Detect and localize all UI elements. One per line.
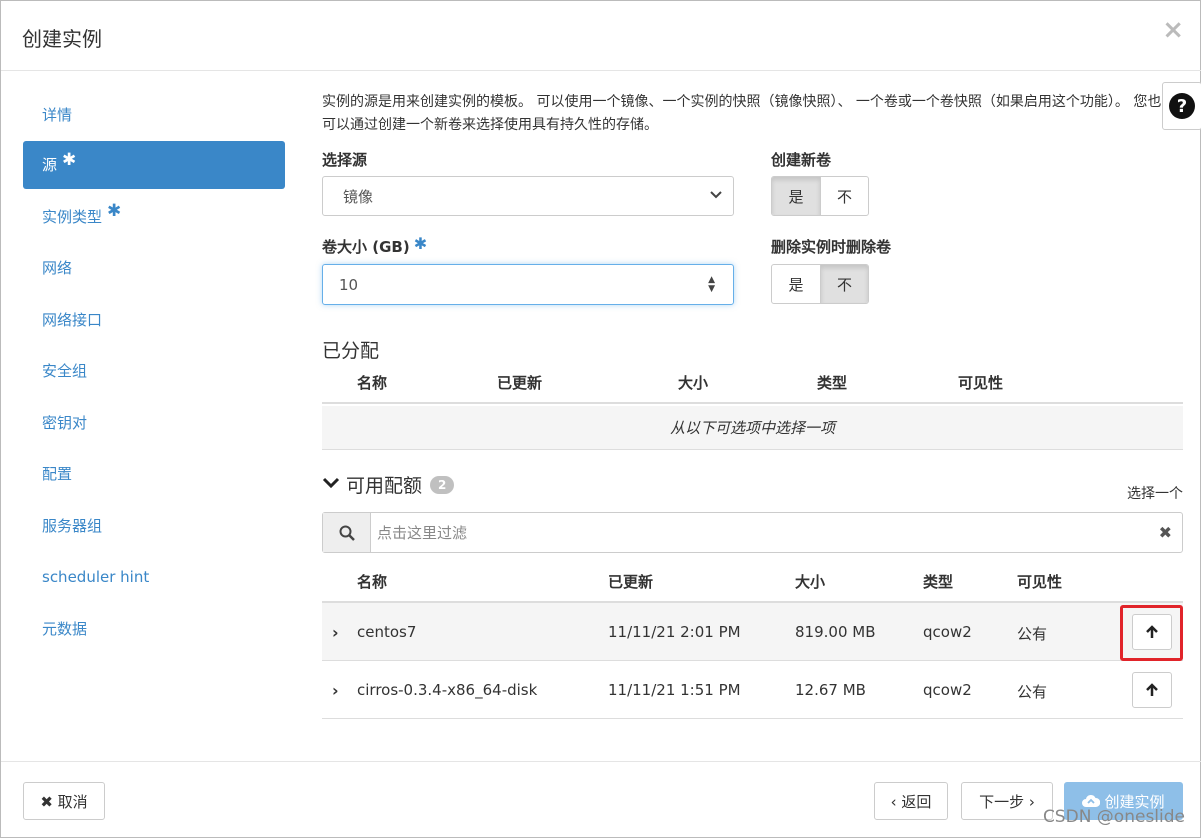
dialog-title: 创建实例 — [22, 27, 102, 51]
help-text: 实例的源是用来创建实例的模板。 可以使用一个镜像、一个实例的快照（镜像快照）、 … — [322, 94, 1162, 133]
column-header-type: 类型 — [817, 374, 848, 392]
delete-volume-yes-button[interactable]: 是 — [772, 265, 820, 303]
nav-item-label: 网络 — [42, 259, 73, 278]
row-name: centos7 — [357, 623, 417, 641]
allocated-empty-row: 从以下可选项中选择一项 — [322, 406, 1183, 450]
arrow-up-icon — [1146, 625, 1158, 638]
nav-item-source[interactable]: 源 ✱ — [23, 140, 285, 189]
nav-item-details[interactable]: 详情 — [23, 89, 285, 141]
nav-item-server-groups[interactable]: 服务器组 — [23, 500, 285, 552]
dialog-header: 创建实例 × — [1, 1, 1201, 71]
column-header-name: 名称 — [357, 573, 388, 591]
row-name: cirros-0.3.4-x86_64-disk — [357, 681, 538, 699]
row-visibility: 公有 — [1017, 683, 1048, 701]
row-visibility: 公有 — [1017, 625, 1048, 643]
column-header-name: 名称 — [357, 374, 388, 392]
nav-item-flavor[interactable]: 实例类型 ✱ — [23, 191, 285, 243]
row-type: qcow2 — [923, 623, 972, 641]
filter-input[interactable]: 点击这里过滤 — [371, 522, 1159, 543]
available-table-header: 名称 已更新 大小 类型 可见性 — [322, 561, 1183, 603]
column-header-visibility: 可见性 — [958, 374, 1004, 392]
nav-item-metadata[interactable]: 元数据 — [23, 603, 285, 655]
column-header-type: 类型 — [923, 573, 954, 591]
chevron-right-icon[interactable]: › — [332, 623, 339, 642]
wizard-nav: 详情 源 ✱ 实例类型 ✱ 网络 网络接口 安全组 密钥对 配置 服务器组 sche… — [23, 89, 285, 654]
required-asterisk-icon: ✱ — [107, 201, 122, 222]
search-icon — [323, 513, 371, 552]
chevron-right-icon[interactable]: › — [332, 681, 339, 700]
allocated-title: 已分配 — [322, 340, 380, 362]
row-type: qcow2 — [923, 681, 972, 699]
select-source-label: 选择源 — [322, 151, 368, 169]
available-toggle[interactable]: 可用配额 2 — [322, 471, 455, 498]
create-volume-toggle: 是 不 — [771, 176, 869, 216]
nav-item-label: 配置 — [42, 465, 73, 484]
dialog-footer: ✖ 取消 ‹ 返回 下一步 › 创建实例 — [1, 761, 1201, 838]
nav-item-label: 密钥对 — [42, 413, 88, 432]
table-row: › cirros-0.3.4-x86_64-disk 11/11/21 1:51… — [322, 661, 1183, 719]
column-header-visibility: 可见性 — [1017, 573, 1063, 591]
nav-item-label: scheduler hint — [42, 567, 150, 586]
column-header-updated: 已更新 — [608, 573, 654, 591]
nav-item-label: 网络接口 — [42, 310, 103, 329]
nav-item-key-pair[interactable]: 密钥对 — [23, 397, 285, 449]
delete-volume-label: 删除实例时删除卷 — [771, 238, 892, 256]
required-asterisk-icon: ✱ — [413, 234, 428, 253]
nav-item-networks[interactable]: 网络 — [23, 242, 285, 294]
row-size: 12.67 MB — [795, 681, 866, 699]
help-button[interactable]: ? — [1162, 82, 1201, 130]
create-volume-no-button[interactable]: 不 — [820, 177, 868, 215]
nav-item-label: 服务器组 — [42, 516, 103, 535]
nav-item-label: 安全组 — [42, 362, 88, 381]
required-asterisk-icon: ✱ — [62, 149, 77, 170]
create-volume-label: 创建新卷 — [771, 151, 832, 169]
filter-bar: 点击这里过滤 ✖ — [322, 512, 1183, 553]
back-button[interactable]: ‹ 返回 — [874, 782, 948, 820]
nav-item-label: 源 — [42, 156, 58, 174]
allocated-table-header: 名称 已更新 大小 类型 可见性 — [322, 362, 1183, 404]
nav-item-security-groups[interactable]: 安全组 — [23, 345, 285, 397]
nav-item-label: 详情 — [42, 106, 73, 125]
cloud-upload-icon — [1082, 794, 1101, 807]
row-updated: 11/11/21 2:01 PM — [608, 623, 741, 641]
select-source-dropdown[interactable]: 镜像 — [322, 176, 734, 216]
column-header-size: 大小 — [678, 374, 709, 392]
row-updated: 11/11/21 1:51 PM — [608, 681, 741, 699]
number-spinner-icon[interactable]: ▲ ▼ — [708, 276, 715, 294]
create-volume-yes-button[interactable]: 是 — [772, 177, 820, 215]
allocate-button[interactable] — [1132, 614, 1172, 650]
arrow-up-icon — [1146, 683, 1158, 696]
available-count-badge: 2 — [430, 475, 455, 494]
delete-volume-no-button[interactable]: 不 — [820, 265, 868, 303]
volume-size-label: 卷大小 (GB) ✱ — [322, 234, 428, 257]
select-one-hint: 选择一个 — [1127, 486, 1183, 502]
nav-item-network-ports[interactable]: 网络接口 — [23, 294, 285, 346]
available-title: 可用配额 — [346, 475, 423, 497]
create-instance-dialog: 创建实例 × 详情 源 ✱ 实例类型 ✱ 网络 网络接口 安全组 密钥对 配置 服务… — [0, 0, 1201, 838]
volume-size-value: 10 — [339, 275, 359, 294]
cancel-button[interactable]: ✖ 取消 — [23, 782, 105, 820]
nav-item-configuration[interactable]: 配置 — [23, 448, 285, 500]
delete-volume-toggle: 是 不 — [771, 264, 869, 304]
volume-size-input[interactable]: 10 ▲ ▼ — [322, 264, 734, 305]
watermark: CSDN @oneslide — [1042, 807, 1185, 827]
row-size: 819.00 MB — [795, 623, 876, 641]
nav-item-scheduler-hint[interactable]: scheduler hint — [23, 551, 285, 603]
nav-item-label: 元数据 — [42, 619, 88, 638]
table-row: › centos7 11/11/21 2:01 PM 819.00 MB qco… — [322, 603, 1183, 661]
help-icon: ? — [1169, 93, 1195, 119]
chevron-down-icon — [322, 474, 340, 495]
next-button[interactable]: 下一步 › — [961, 782, 1053, 820]
allocate-button[interactable] — [1132, 672, 1172, 708]
select-source-value: 镜像 — [343, 187, 374, 206]
clear-filter-icon[interactable]: ✖ — [1159, 523, 1172, 542]
volume-size-label-text: 卷大小 (GB) — [322, 238, 410, 256]
column-header-updated: 已更新 — [497, 374, 543, 392]
nav-item-label: 实例类型 — [42, 207, 103, 226]
column-header-size: 大小 — [795, 573, 826, 591]
close-icon[interactable]: × — [1162, 15, 1184, 45]
chevron-down-icon — [709, 187, 723, 205]
